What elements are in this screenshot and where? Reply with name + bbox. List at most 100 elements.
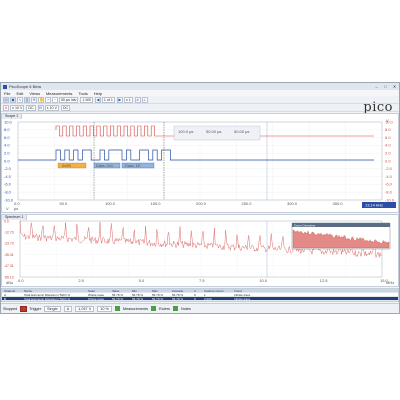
zoom-out-icon[interactable]: − [52, 96, 58, 103]
maximize-button[interactable]: □ [381, 84, 390, 90]
col-capture-count: Capture Count [204, 289, 224, 292]
col-min: Min [132, 289, 137, 292]
spectrum-plot[interactable]: 0.0 -12.73 -23.73 -35.31 -47.31 -59.13 0.0 2.5… [2, 215, 398, 286]
menu-tools[interactable]: Tools [78, 91, 87, 96]
menu-measurements[interactable]: Measurements [46, 91, 72, 96]
status-bar: Stopped Trigger Single A 1,037 V 10 % Me… [1, 303, 399, 313]
y-tick-right: 6.0 [385, 135, 391, 140]
table-row[interactable]: B Total Harmonic Distortion (THD) % Whol… [2, 297, 398, 301]
next-page-icon[interactable]: ▶ [116, 96, 123, 103]
y-tick-left: -4.0 [4, 174, 12, 179]
zoom-readout: 13.14 kHz [365, 203, 383, 208]
trigger-level-input[interactable]: 1,037 V [75, 305, 95, 312]
x-tick: 300.0 [287, 201, 298, 206]
channel-b-range-select[interactable]: ± 10 V [44, 104, 59, 111]
channel-a-range-select[interactable]: ± 10 V [10, 104, 25, 111]
prev-page-icon[interactable]: ◀ [94, 96, 101, 103]
col-average: Average [172, 289, 184, 292]
y-tick-left: -8.0 [4, 190, 12, 195]
freq-tick: 2.5 [78, 278, 84, 283]
save-icon[interactable]: ▣ [10, 96, 16, 103]
measurements-add-icon[interactable] [114, 306, 120, 311]
channel-b-trace [18, 149, 374, 161]
spectrum-db-axis: 0.0 -12.73 -23.73 -35.31 -47.31 -59.13 [4, 219, 14, 279]
stop-icon[interactable] [20, 305, 28, 312]
grid-icon[interactable]: # [134, 96, 141, 103]
y-tick-right: 4.0 [385, 143, 391, 148]
y-tick-right: -2.0 [385, 166, 393, 171]
col-name: Name [24, 289, 33, 292]
menu-edit[interactable]: Edit [16, 91, 23, 96]
ruler-icon[interactable]: ⊥ [141, 96, 148, 103]
hand-tool-icon[interactable]: ✋ [38, 96, 44, 103]
notes-label: Notes [181, 306, 191, 311]
trigger-source-select[interactable]: A [63, 305, 73, 312]
decode-label-0: 0x55 [62, 163, 71, 168]
db-tick: -47.31 [4, 264, 14, 268]
trigger-mode-select[interactable]: Single [44, 305, 61, 312]
spectrum-freq-axis: 0.0 2.5 5.0 7.5 10.0 12.5 15.0 [18, 278, 389, 283]
menu-file[interactable]: File [4, 91, 10, 96]
menu-help[interactable]: Help [94, 91, 102, 96]
x-tick: 350.0 [333, 201, 344, 206]
notes-icon[interactable] [173, 306, 179, 311]
zoom-select[interactable]: x 1 [123, 96, 133, 103]
y-tick-left: 8.0 [4, 127, 10, 132]
pretrigger-input[interactable]: 10 % [97, 305, 112, 312]
channel-b-icon[interactable]: B [37, 104, 44, 111]
freq-tick: 0.0 [18, 278, 24, 283]
x-tick: 50.0 [60, 201, 69, 206]
timebase-select[interactable]: 50 µs /div [59, 96, 79, 103]
spectrum-mode-icon[interactable]: ▥ [24, 96, 30, 103]
close-button[interactable]: ✕ [390, 84, 399, 90]
col-channel: Channel [4, 289, 16, 292]
scope-plot[interactable]: 10.0 8.0 6.0 4.0 2.0 0.0 -2.0 -4.0 -6.0 -8.0 -10.0… [2, 114, 398, 212]
channel-b-coupling-select[interactable]: DC [60, 104, 71, 111]
db-tick: -12.73 [4, 231, 14, 235]
app-icon [3, 84, 7, 89]
y-tick-left: 4.0 [4, 143, 10, 148]
zoom-in-icon[interactable]: + [45, 96, 51, 103]
minimize-button[interactable]: – [372, 84, 381, 90]
scope-left-axis: 10.0 8.0 6.0 4.0 2.0 0.0 -2.0 -4.0 -6.0 -8.0 -10.0 [4, 119, 14, 202]
x-tick: 250.0 [242, 201, 253, 206]
decoder-bar: 0x55 Data: 0x1 Data: 1E [57, 162, 155, 169]
y-tick-right: 8.0 [385, 127, 391, 132]
menu-views[interactable]: Views [29, 91, 40, 96]
time-unit: µs [14, 206, 18, 211]
y-tick-left: -2.0 [4, 166, 12, 171]
persistence-icon[interactable]: ≋ [31, 96, 37, 103]
scope-mode-icon[interactable]: ∿ [17, 96, 23, 103]
freq-tick: 10.0 [259, 278, 268, 283]
db-tick: -59.13 [4, 275, 14, 279]
title-bar: PicoScope 6 Beta – □ ✕ [1, 83, 399, 90]
run-state: Stopped [3, 306, 18, 311]
open-file-icon[interactable]: ▤ [3, 96, 9, 103]
main-toolbar: ▤ ▣ ∿ ▥ ≋ ✋ + − 50 µs /div 1 MS ◀ 1 of 1… [1, 96, 399, 104]
scope-time-axis: 0.050.0100.0150.0200.0250.0300.0350.0400… [14, 201, 389, 206]
channel-a-icon[interactable]: A [3, 104, 9, 111]
db-tick: -23.73 [4, 242, 14, 246]
col-value: Value [112, 289, 120, 292]
measurements-table: Channel Name Span Value Min Max Average … [1, 288, 399, 302]
spectrum-panel: Spectrum 1 0.0 -12.73 -23.73 -35.31 -47.31 -5… [1, 214, 399, 287]
page-indicator: 1 of 1 [101, 96, 115, 103]
spectrum-x-unit: MHz [386, 280, 394, 285]
y-tick-right: 0.0 [385, 158, 391, 163]
ruler-t2: 50.00 µs [206, 129, 221, 134]
x-tick: 100.0 [105, 201, 116, 206]
db-tick: -35.31 [4, 253, 14, 257]
right-unit: V [386, 118, 389, 123]
y-tick-left: 10.0 [4, 119, 13, 124]
trigger-label: Trigger [29, 306, 42, 311]
ruler-legend: 100.0 µs 50.00 µs 50.00 µs [173, 125, 261, 141]
rulers-icon[interactable] [151, 306, 157, 311]
zoom-overview: Zoom Overview [291, 222, 391, 250]
db-tick: 0.0 [4, 219, 9, 223]
y-tick-right: -4.0 [385, 174, 393, 179]
x-tick: 200.0 [196, 201, 207, 206]
picoscope-window: PicoScope 6 Beta – □ ✕ File Edit Views M… [0, 82, 400, 314]
zoom-overview-title: Zoom Overview [294, 223, 316, 227]
channel-a-coupling-select[interactable]: DC [26, 104, 36, 111]
samples-select[interactable]: 1 MS [80, 96, 93, 103]
